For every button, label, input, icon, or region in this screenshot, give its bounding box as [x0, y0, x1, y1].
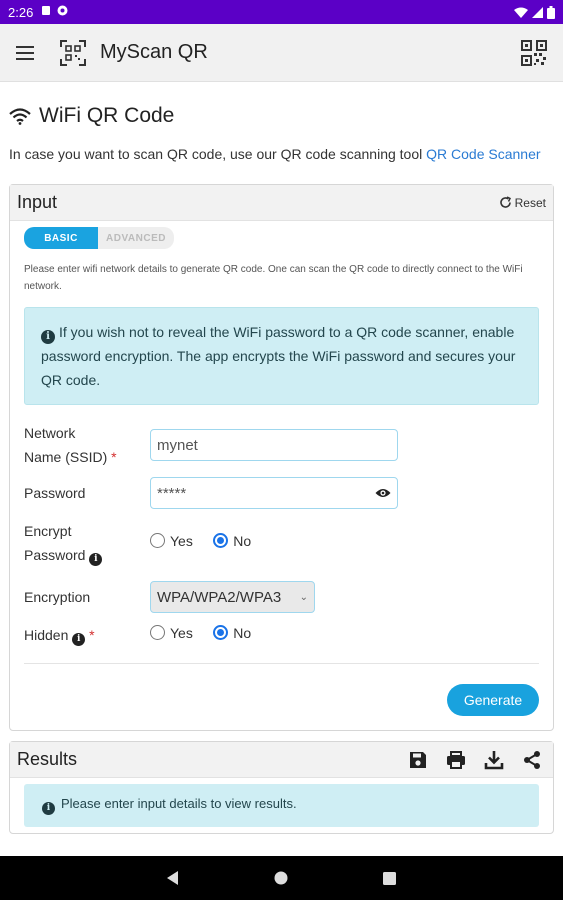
tab-basic[interactable]: BASIC — [24, 227, 98, 249]
wifi-signal-icon — [514, 7, 528, 18]
cell-signal-icon — [532, 6, 543, 18]
encrypt-no-label: No — [233, 532, 252, 549]
system-nav-bar — [0, 856, 563, 900]
ssid-row: Network Name (SSID) * mynet — [24, 421, 539, 469]
notification-icon — [41, 5, 51, 19]
ssid-label: Network Name (SSID) * — [24, 421, 150, 469]
password-label: Password — [24, 485, 86, 501]
radio-circle — [150, 533, 165, 549]
required-marker: * — [111, 449, 117, 465]
info-icon: i — [41, 330, 55, 344]
password-row: Password ***** — [24, 477, 539, 509]
encrypt-radio-group: Yes No — [150, 533, 267, 554]
results-card-body: i Please enter input details to view resu… — [10, 778, 553, 833]
input-card-body: BASIC ADVANCED Please enter wifi network… — [10, 221, 553, 730]
encrypt-no-radio[interactable]: No — [213, 533, 251, 549]
password-input[interactable]: ***** — [150, 477, 398, 509]
app-bar: MyScan QR — [0, 24, 563, 82]
mode-tabs: BASIC ADVANCED — [24, 227, 174, 249]
encrypt-yes-label: Yes — [170, 532, 193, 549]
encrypt-yes-radio[interactable]: Yes — [150, 533, 193, 549]
notification-icon — [57, 5, 68, 19]
input-card-header: Input Reset — [10, 185, 553, 221]
encrypt-password-label: Encrypt Password i — [24, 519, 150, 567]
qr-code-icon[interactable] — [521, 39, 547, 66]
input-card: Input Reset BASIC ADVANCED Please enter … — [9, 184, 554, 731]
save-icon[interactable] — [408, 750, 428, 770]
chevron-down-icon: ⌄ — [299, 591, 308, 603]
ssid-label-line2: Name (SSID) — [24, 449, 108, 465]
print-icon[interactable] — [446, 750, 466, 770]
results-card-header: Results — [10, 742, 553, 778]
encrypt-label-line2: Password — [24, 547, 86, 563]
password-value: ***** — [157, 484, 187, 502]
qr-logo-icon — [60, 39, 86, 66]
info-icon: i — [42, 801, 55, 815]
results-actions — [408, 750, 542, 770]
hidden-yes-label: Yes — [170, 624, 193, 641]
home-icon[interactable] — [274, 871, 288, 885]
eye-icon[interactable] — [375, 487, 391, 499]
hidden-no-label: No — [233, 624, 252, 641]
status-right — [514, 5, 555, 19]
ssid-label-line1: Network — [24, 425, 76, 441]
reset-button[interactable]: Reset — [499, 196, 546, 210]
page-title-text: WiFi QR Code — [39, 104, 175, 127]
radio-circle — [150, 625, 165, 641]
encryption-info-alert: i If you wish not to reveal the WiFi pass… — [24, 307, 539, 405]
reset-label: Reset — [514, 195, 546, 210]
encrypt-password-row: Encrypt Password i Yes No — [24, 519, 539, 567]
app-title: MyScan QR — [100, 41, 208, 63]
intro-text-body: In case you want to scan QR code, use ou… — [9, 146, 427, 162]
encryption-label: Encryption — [24, 589, 91, 605]
input-card-title: Input — [17, 192, 58, 212]
generate-button[interactable]: Generate — [447, 684, 539, 716]
results-info-alert: i Please enter input details to view resu… — [24, 784, 539, 827]
ssid-input[interactable]: mynet — [150, 429, 398, 461]
download-icon[interactable] — [484, 750, 504, 770]
status-bar: 2:26 — [0, 0, 563, 24]
recents-icon[interactable] — [383, 871, 396, 885]
page-title: WiFi QR Code — [9, 104, 554, 128]
encrypt-label-line1: Encrypt — [24, 523, 72, 539]
encryption-select[interactable]: WPA/WPA2/WPA3 ⌄ — [150, 581, 315, 613]
hidden-row: Hidden i * Yes No — [24, 623, 539, 647]
main-content: WiFi QR Code In case you want to scan QR… — [0, 82, 563, 856]
reset-icon — [499, 196, 511, 208]
hidden-label-text: Hidden — [24, 627, 69, 643]
tab-advanced[interactable]: ADVANCED — [98, 227, 174, 249]
divider — [24, 663, 539, 664]
hidden-yes-radio[interactable]: Yes — [150, 625, 193, 641]
qr-scanner-link[interactable]: QR Code Scanner — [426, 146, 540, 162]
radio-circle-checked — [213, 625, 229, 641]
generate-wrap: Generate — [24, 684, 539, 716]
info-icon[interactable]: i — [89, 552, 103, 566]
input-hint: Please enter wifi network details to gen… — [24, 264, 523, 292]
results-card: Results i Please enter input details to … — [9, 741, 554, 834]
intro-text: In case you want to scan QR code, use ou… — [9, 142, 554, 166]
results-info-text: Please enter input details to view resul… — [61, 796, 297, 811]
hidden-no-radio[interactable]: No — [213, 625, 251, 641]
hidden-label: Hidden i * — [24, 623, 150, 647]
ssid-value: mynet — [157, 436, 198, 454]
results-card-title: Results — [17, 749, 78, 769]
wifi-icon — [9, 107, 31, 125]
hidden-radio-group: Yes No — [150, 625, 267, 646]
encryption-value: WPA/WPA2/WPA3 — [157, 588, 282, 606]
menu-icon[interactable] — [16, 41, 40, 65]
share-icon[interactable] — [522, 750, 542, 770]
encryption-row: Encryption WPA/WPA2/WPA3 ⌄ — [24, 581, 539, 613]
required-marker: * — [89, 627, 95, 643]
status-time: 2:26 — [8, 4, 34, 20]
info-icon[interactable]: i — [72, 632, 86, 646]
battery-icon — [547, 5, 555, 19]
encryption-info-text: If you wish not to reveal the WiFi passw… — [41, 324, 516, 388]
back-icon[interactable] — [167, 871, 179, 885]
radio-circle-checked — [213, 533, 229, 549]
